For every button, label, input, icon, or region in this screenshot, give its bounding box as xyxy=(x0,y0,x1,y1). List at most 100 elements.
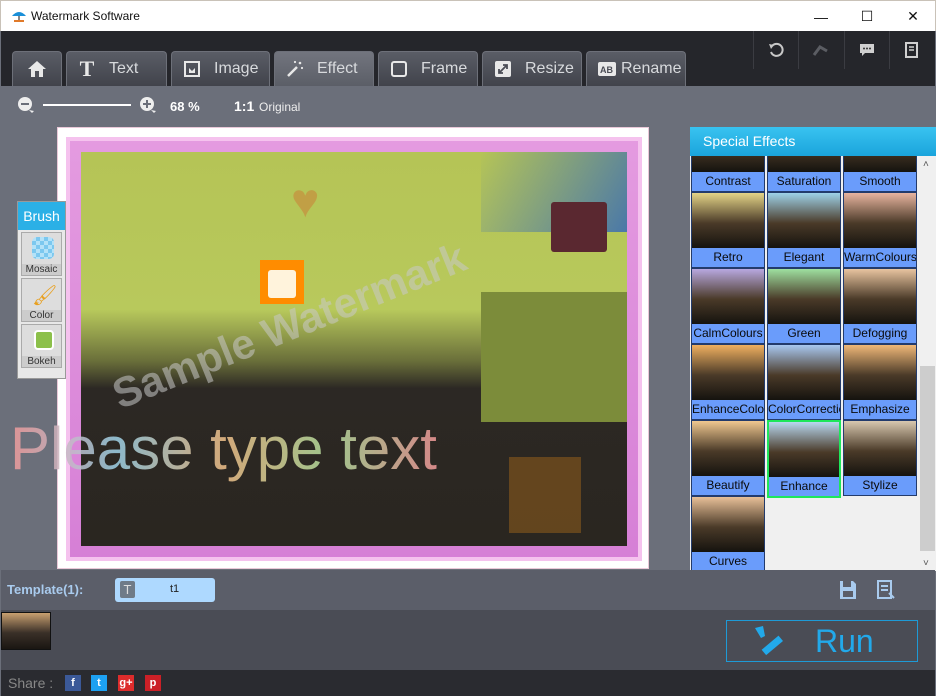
minimize-button[interactable]: — xyxy=(798,1,844,32)
effect-contrast[interactable]: Contrast xyxy=(691,156,765,192)
effect-thumbnail xyxy=(692,345,764,400)
save-template-icon[interactable] xyxy=(839,580,857,600)
scroll-down-icon[interactable]: ˅ xyxy=(923,558,929,569)
zoom-bar: 68 % 1:1 Original xyxy=(1,86,935,126)
effect-elegant[interactable]: Elegant xyxy=(767,192,841,268)
template-bar: Template(1): T t1 xyxy=(1,570,935,610)
template-item[interactable]: T t1 xyxy=(115,578,215,602)
effect-label: Enhance xyxy=(780,479,828,493)
image-thumbnail[interactable] xyxy=(1,612,51,650)
effect-enhancecolor[interactable]: EnhanceColor xyxy=(691,344,765,420)
text-watermark[interactable]: Please type text xyxy=(10,414,437,483)
tab-frame-label: Frame xyxy=(421,60,468,77)
effect-colorcorrection[interactable]: ColorCorrection xyxy=(767,344,841,420)
original-size-button[interactable]: Original xyxy=(259,100,300,114)
effect-smooth[interactable]: Smooth xyxy=(843,156,917,192)
effect-label: Saturation xyxy=(776,174,832,188)
image-icon xyxy=(182,59,202,79)
effect-label: CalmColours xyxy=(693,326,763,340)
brush-title: Brush xyxy=(18,202,65,230)
effect-beautify[interactable]: Beautify xyxy=(691,420,765,496)
frame-icon xyxy=(389,59,409,79)
special-effects-title: Special Effects xyxy=(690,127,936,156)
effects-scrollbar[interactable]: ˄ ˅ xyxy=(919,156,936,571)
stamp-icon xyxy=(755,626,783,656)
brush-bokeh[interactable]: Bokeh xyxy=(21,324,62,368)
effect-stylize[interactable]: Stylize xyxy=(843,420,917,496)
window-title: Watermark Software xyxy=(31,9,140,23)
effect-thumbnail xyxy=(768,193,840,248)
twitter-icon[interactable]: t xyxy=(91,675,107,691)
redo-icon xyxy=(812,45,828,56)
rename-icon: AB xyxy=(597,59,617,79)
effect-thumbnail xyxy=(768,345,840,400)
redo-button[interactable] xyxy=(798,31,842,69)
effect-warmcolours[interactable]: WarmColours xyxy=(843,192,917,268)
tab-resize-label: Resize xyxy=(525,60,574,77)
template-name: t1 xyxy=(170,583,180,595)
effects-grid: Contrast Saturation Smooth Retro Elegant Warm… xyxy=(690,156,919,571)
cake-watermark-faded-icon[interactable] xyxy=(509,457,581,533)
effect-thumbnail xyxy=(844,193,916,248)
tab-frame[interactable]: Frame xyxy=(378,51,478,86)
photo-preview: ♥ Sample Watermark xyxy=(81,152,627,546)
effect-label: Emphasize xyxy=(850,402,910,416)
scrollbar-thumb[interactable] xyxy=(920,366,935,551)
effect-thumbnail xyxy=(692,193,764,248)
brush-panel: Brush Mosaic 🖌 Color Bokeh xyxy=(17,201,66,379)
resize-icon xyxy=(493,59,513,79)
run-label: Run xyxy=(815,622,874,659)
tab-resize[interactable]: Resize xyxy=(482,51,582,86)
tab-rename-label: Rename xyxy=(621,60,682,77)
tab-effect[interactable]: Effect xyxy=(274,51,374,86)
effect-defogging[interactable]: Defogging xyxy=(843,268,917,344)
effect-label: WarmColours xyxy=(844,250,916,264)
tab-image-label: Image xyxy=(214,60,259,77)
log-button[interactable] xyxy=(889,31,933,69)
facebook-icon[interactable]: f xyxy=(65,675,81,691)
heart-watermark-icon[interactable]: ♥ xyxy=(291,174,320,229)
scroll-up-icon[interactable]: ˄ xyxy=(923,159,929,170)
tab-text-label: Text xyxy=(109,60,139,77)
home-icon xyxy=(27,59,47,79)
undo-button[interactable] xyxy=(753,31,797,69)
tab-home[interactable] xyxy=(12,51,62,86)
share-bar: Share : f t g+ p xyxy=(1,670,935,696)
actual-size-icon[interactable]: 1:1 xyxy=(234,98,254,114)
image-canvas[interactable]: ♥ Sample Watermark xyxy=(57,127,649,569)
effect-label: Green xyxy=(787,326,821,340)
effect-thumbnail xyxy=(692,497,764,552)
effect-green[interactable]: Green xyxy=(767,268,841,344)
template-list-icon[interactable] xyxy=(877,580,895,600)
photo-frame: ♥ Sample Watermark xyxy=(66,137,642,561)
brush-mosaic[interactable]: Mosaic xyxy=(21,232,62,276)
effect-saturation[interactable]: Saturation xyxy=(767,156,841,192)
effect-thumbnail xyxy=(844,269,916,324)
zoom-out-icon[interactable] xyxy=(17,96,37,116)
special-effects-panel: Special Effects Contrast Saturation Smooth… xyxy=(690,127,936,571)
tab-text[interactable]: T Text xyxy=(66,51,167,86)
zoom-in-icon[interactable] xyxy=(139,96,159,116)
close-button[interactable]: ✕ xyxy=(890,1,936,32)
effect-emphasize[interactable]: Emphasize xyxy=(843,344,917,420)
app-logo-icon xyxy=(12,12,26,22)
share-label: Share : xyxy=(8,675,54,691)
feedback-button[interactable] xyxy=(844,31,888,69)
google-plus-icon[interactable]: g+ xyxy=(118,675,134,691)
maximize-button[interactable]: ☐ xyxy=(844,1,890,32)
effect-calmcolours[interactable]: CalmColours xyxy=(691,268,765,344)
tab-rename[interactable]: AB Rename xyxy=(586,51,686,86)
pinterest-icon[interactable]: p xyxy=(145,675,161,691)
zoom-slider[interactable] xyxy=(43,104,131,106)
run-button[interactable]: Run xyxy=(726,620,918,662)
effect-thumbnail xyxy=(692,269,764,324)
effect-curves[interactable]: Curves xyxy=(691,496,765,571)
brush-color[interactable]: 🖌 Color xyxy=(21,278,62,322)
effect-thumbnail xyxy=(769,422,839,477)
effect-thumbnail xyxy=(844,156,916,172)
effect-label: EnhanceColor xyxy=(692,402,764,416)
effect-label: Elegant xyxy=(783,250,825,264)
effect-retro[interactable]: Retro xyxy=(691,192,765,268)
effect-enhance[interactable]: Enhance xyxy=(767,420,841,498)
tab-image[interactable]: Image xyxy=(171,51,270,86)
